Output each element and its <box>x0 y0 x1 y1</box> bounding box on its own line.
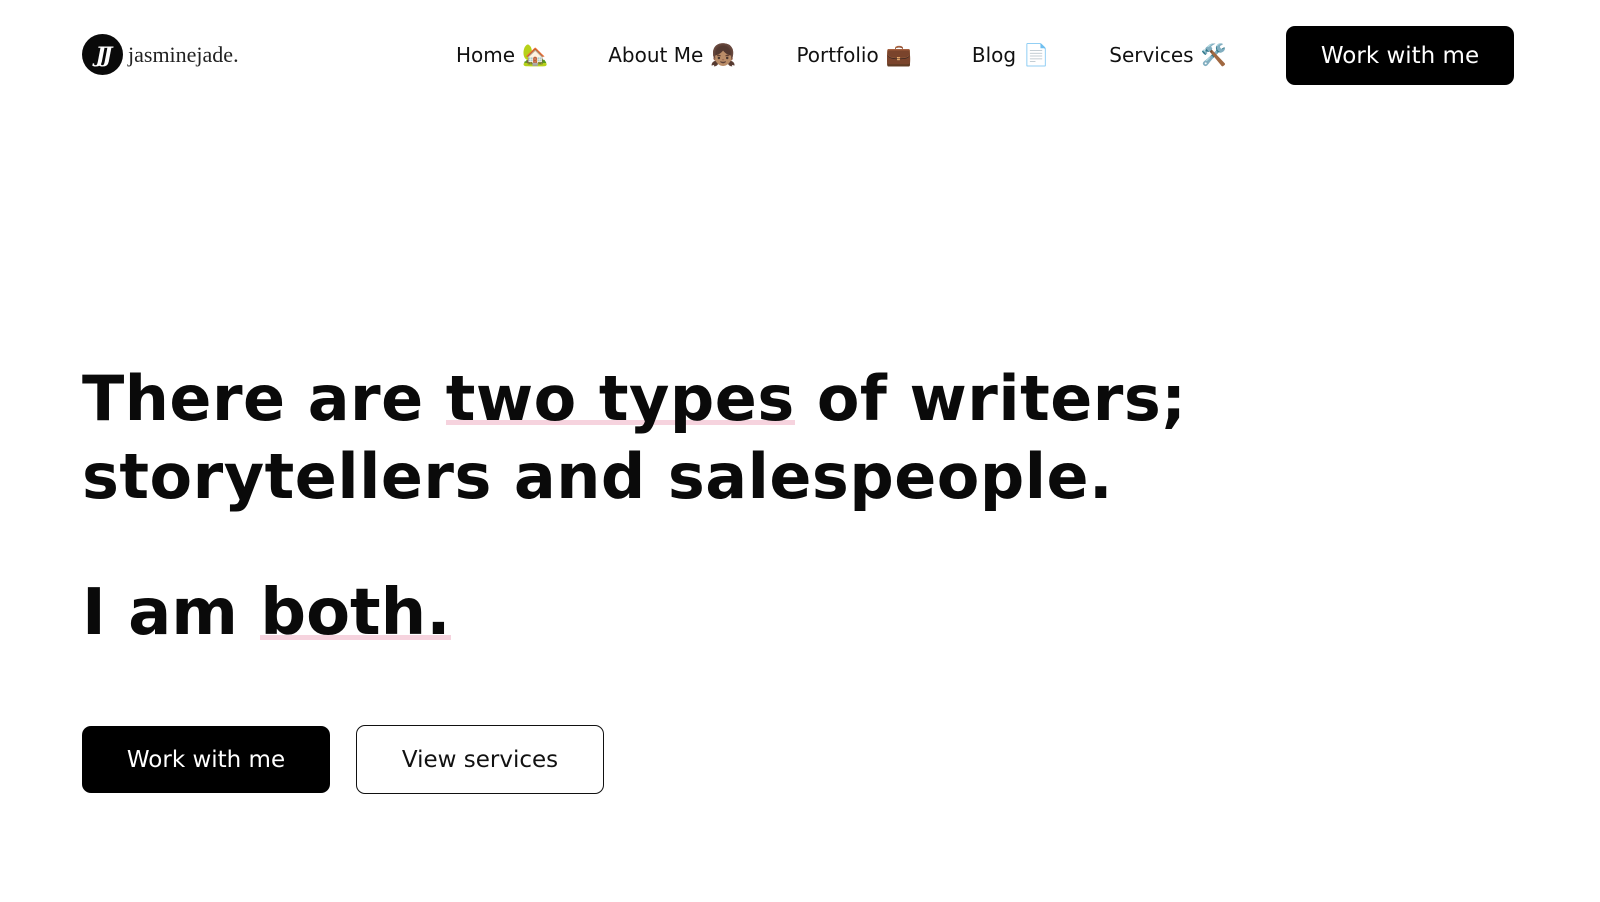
subline-highlight: both. <box>260 576 451 650</box>
house-icon: 🏡 <box>522 42 549 67</box>
headline-highlight: two types <box>445 362 795 435</box>
nav-item-portfolio[interactable]: Portfolio 💼 <box>796 43 911 67</box>
view-services-button[interactable]: View services <box>356 725 604 794</box>
nav-item-label: Portfolio <box>796 43 879 67</box>
hero-headline: There are two types of writers; storytel… <box>82 360 1562 516</box>
hero-section: There are two types of writers; storytel… <box>82 360 1562 516</box>
site-header: JJ jasminejade. Home 🏡 About Me 👧🏽 Portf… <box>0 0 1600 110</box>
brand-name: jasminejade. <box>128 41 239 67</box>
nav-item-about-me[interactable]: About Me 👧🏽 <box>608 43 736 67</box>
site-logo[interactable]: JJ jasminejade. <box>82 34 239 75</box>
nav-item-label: About Me <box>608 43 704 67</box>
header-work-with-me-button[interactable]: Work with me <box>1286 26 1514 85</box>
nav-item-label: Services <box>1109 43 1194 67</box>
main-nav: Home 🏡 About Me 👧🏽 Portfolio 💼 Blog 📄 Se… <box>456 38 1227 72</box>
hero-subline: I am both. <box>82 574 451 652</box>
hero-actions: Work with me View services <box>82 725 604 794</box>
nav-item-blog[interactable]: Blog 📄 <box>972 43 1049 67</box>
document-icon: 📄 <box>1023 42 1050 67</box>
tools-icon: 🛠️ <box>1200 42 1227 67</box>
nav-item-home[interactable]: Home 🏡 <box>456 43 548 67</box>
work-with-me-button[interactable]: Work with me <box>82 726 330 793</box>
headline-text-start: There are <box>82 362 446 435</box>
subline-text-start: I am <box>82 576 261 650</box>
nav-item-label: Home <box>456 43 516 67</box>
girl-icon: 👧🏽 <box>710 42 737 67</box>
nav-item-services[interactable]: Services 🛠️ <box>1109 43 1227 67</box>
nav-item-label: Blog <box>971 43 1017 67</box>
briefcase-icon: 💼 <box>885 42 912 67</box>
logo-mark-icon: JJ <box>82 34 123 75</box>
